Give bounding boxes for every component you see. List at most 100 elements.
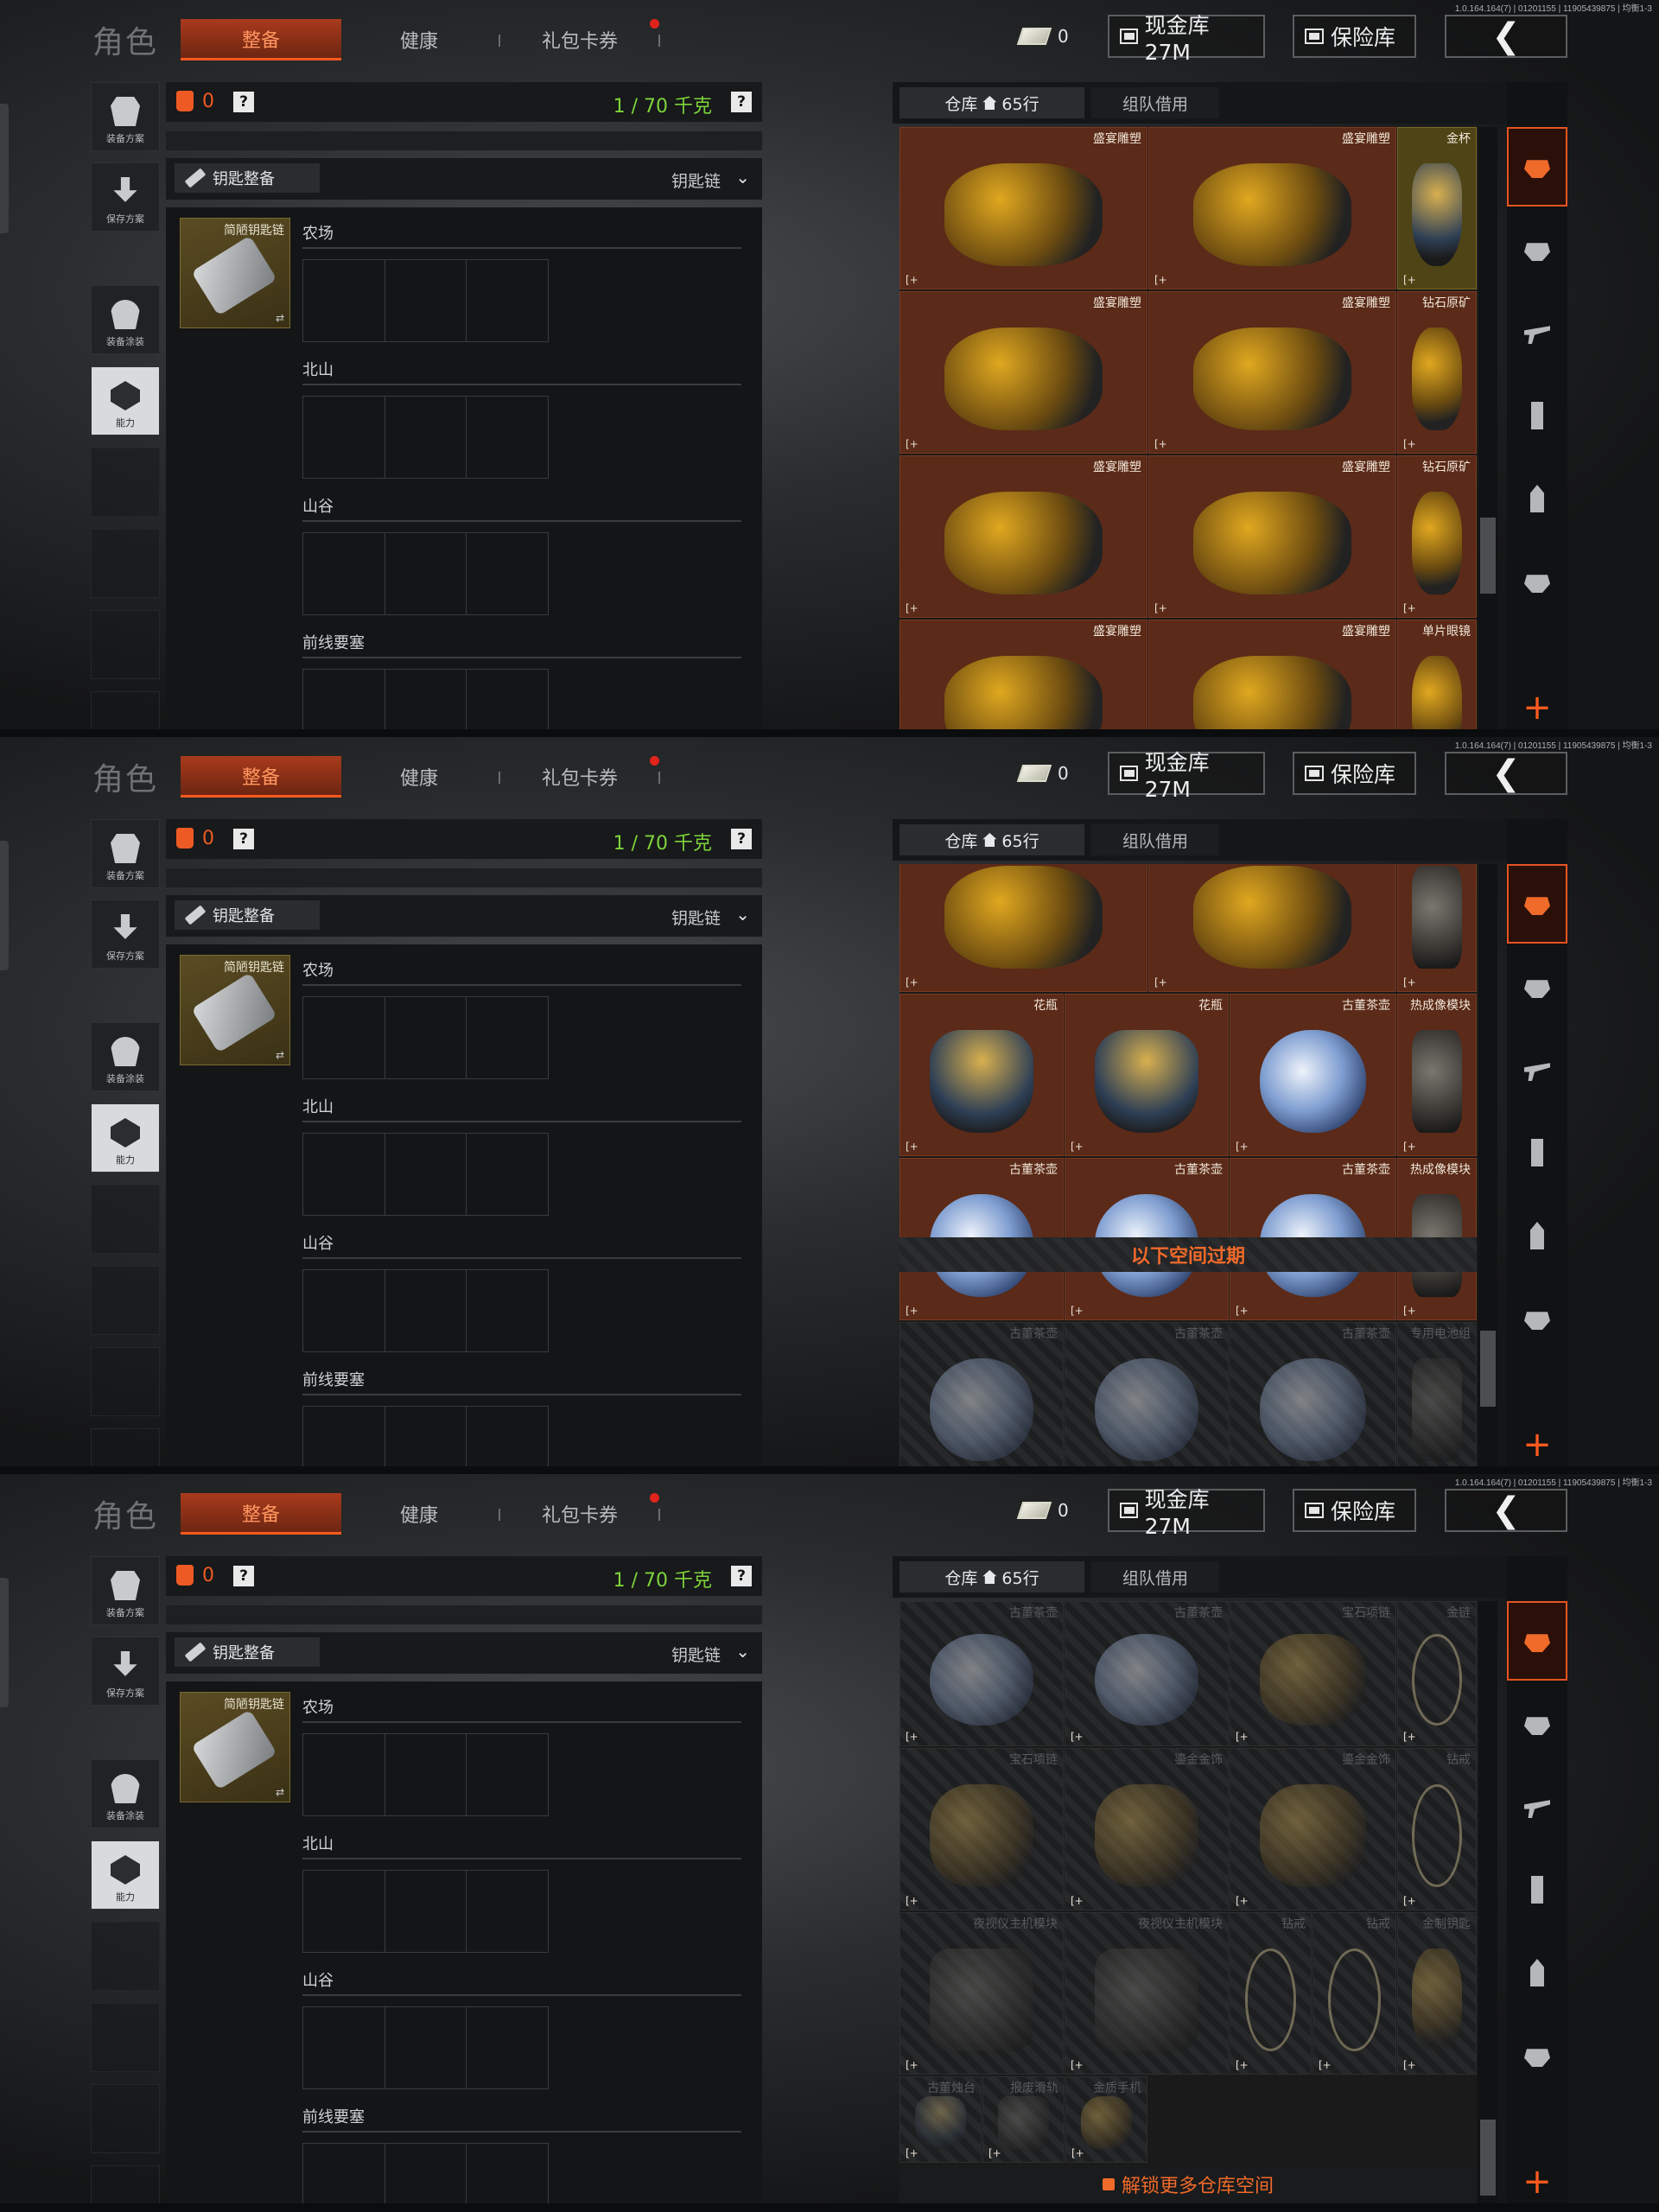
warehouse-item[interactable]: 单片眼镜[+ bbox=[1397, 620, 1477, 729]
warehouse-item[interactable]: 钻戒 [+ bbox=[1397, 1748, 1477, 1910]
scroll-thumb[interactable] bbox=[1480, 1331, 1496, 1407]
category-magazines[interactable] bbox=[1507, 1850, 1567, 1929]
tab-health[interactable]: 健康 bbox=[339, 1493, 499, 1535]
safe-vault-button[interactable]: 保险库 bbox=[1293, 1489, 1416, 1532]
category-all[interactable] bbox=[1507, 127, 1567, 207]
warehouse-item[interactable]: 古董烛台 [+ bbox=[899, 2076, 982, 2163]
help-icon[interactable]: ? bbox=[731, 92, 752, 112]
edge-handle[interactable] bbox=[0, 1578, 9, 1707]
sort-button[interactable] bbox=[1507, 819, 1567, 861]
warehouse-item[interactable]: 盛宴雕塑[+ bbox=[1148, 455, 1396, 618]
cash-vault-button[interactable]: 现金库 27M bbox=[1108, 13, 1265, 65]
warehouse-item[interactable]: 钻戒 [+ bbox=[1230, 1912, 1312, 2075]
category-magazines[interactable] bbox=[1507, 376, 1567, 455]
scroll-thumb[interactable] bbox=[1480, 2120, 1496, 2196]
category-ammo[interactable] bbox=[1507, 1196, 1567, 1275]
warehouse-item[interactable]: 古董茶壶[+ bbox=[1230, 994, 1396, 1156]
warehouse-item[interactable]: 金杯 [+ bbox=[1397, 127, 1477, 289]
warehouse-item[interactable]: 钻石原矿 [+ bbox=[1397, 455, 1477, 618]
category-armor[interactable] bbox=[1507, 210, 1567, 289]
category-all[interactable] bbox=[1507, 1601, 1567, 1681]
tab-team-borrow[interactable]: 组队借用 bbox=[1091, 824, 1219, 855]
warehouse-item[interactable]: 钻戒 [+ bbox=[1313, 1912, 1396, 2075]
tab-loadout[interactable]: 整备 bbox=[181, 756, 341, 798]
warehouse-item[interactable]: 花瓶 [+ bbox=[1065, 994, 1229, 1156]
safe-vault-button[interactable]: 保险库 bbox=[1293, 752, 1416, 795]
keychain-item[interactable]: 简陋钥匙链 ⇄ bbox=[180, 218, 290, 328]
edge-handle[interactable] bbox=[0, 104, 9, 233]
key-slot-row[interactable] bbox=[302, 259, 549, 342]
tab-health[interactable]: 健康 bbox=[339, 19, 499, 60]
warehouse-item[interactable]: 夜视仪主机模块 [+ bbox=[1065, 1912, 1229, 2075]
key-loadout-header[interactable]: 钥匙整备 钥匙链 ⌄ bbox=[166, 895, 762, 937]
unlock-storage-button[interactable]: 解锁更多仓库空间 bbox=[899, 2165, 1477, 2203]
warehouse-item[interactable]: 盛宴雕塑[+ bbox=[899, 455, 1147, 618]
warehouse-scrollbar[interactable] bbox=[1478, 127, 1497, 729]
warehouse-item[interactable]: 金制钥匙 [+ bbox=[1397, 1912, 1477, 2075]
key-slot-row[interactable] bbox=[302, 1870, 549, 1953]
tab-gift-cards[interactable]: 礼包卡券 bbox=[499, 19, 660, 60]
chevron-down-icon[interactable]: ⌄ bbox=[735, 167, 750, 188]
keychain-item[interactable]: 简陋钥匙链 ⇄ bbox=[180, 955, 290, 1065]
ticket-counter[interactable]: 0 bbox=[1016, 1489, 1080, 1532]
warehouse-item[interactable]: 报废滑轨 [+ bbox=[982, 2076, 1065, 2163]
category-weapons[interactable] bbox=[1507, 1030, 1567, 1109]
warehouse-item[interactable]: 盛宴雕塑[+ bbox=[899, 291, 1147, 454]
key-slot-row[interactable] bbox=[302, 2006, 549, 2089]
add-button[interactable]: + bbox=[1507, 686, 1567, 729]
tab-gift-cards[interactable]: 礼包卡券 bbox=[499, 756, 660, 798]
chevron-down-icon[interactable]: ⌄ bbox=[735, 904, 750, 925]
ability-button[interactable]: 能力 bbox=[91, 366, 160, 435]
warehouse-item[interactable]: 古董茶壶[+ bbox=[899, 1322, 1064, 1466]
warehouse-item[interactable]: 钻石原矿 [+ bbox=[1397, 291, 1477, 454]
help-icon[interactable]: ? bbox=[731, 829, 752, 849]
help-icon[interactable]: ? bbox=[233, 1566, 254, 1586]
warehouse-item[interactable]: 鎏金金饰 [+ bbox=[1230, 1748, 1396, 1910]
warehouse-item[interactable]: 热成像模块[+ bbox=[1397, 864, 1477, 992]
keychain-item[interactable]: 简陋钥匙链 ⇄ bbox=[180, 1692, 290, 1802]
chevron-down-icon[interactable]: ⌄ bbox=[735, 1641, 750, 1662]
add-button[interactable]: + bbox=[1507, 2160, 1567, 2203]
add-button[interactable]: + bbox=[1507, 1423, 1567, 1466]
tab-loadout[interactable]: 整备 bbox=[181, 19, 341, 60]
warehouse-item[interactable]: 古董茶壶[+ bbox=[1230, 1322, 1396, 1466]
warehouse-item[interactable]: 金链 [+ bbox=[1397, 1601, 1477, 1746]
warehouse-item[interactable]: 鎏金金饰 [+ bbox=[1065, 1748, 1229, 1910]
back-button[interactable]: ❮ bbox=[1445, 752, 1567, 795]
key-slot-row[interactable] bbox=[302, 1133, 549, 1216]
category-gear[interactable] bbox=[1507, 2016, 1567, 2095]
warehouse-item[interactable]: 盛宴雕塑[+ bbox=[1148, 291, 1396, 454]
warehouse-item[interactable]: 盛宴雕塑[+ bbox=[899, 620, 1147, 729]
loadout-plan-button[interactable]: 装备方案 bbox=[91, 1556, 160, 1625]
category-weapons[interactable] bbox=[1507, 1767, 1567, 1847]
save-plan-button[interactable]: 保存方案 bbox=[91, 899, 160, 969]
tab-storage[interactable]: 仓库 65行 bbox=[899, 1561, 1084, 1592]
key-slot-row[interactable] bbox=[302, 1733, 549, 1816]
warehouse-scrollbar[interactable] bbox=[1478, 1601, 1497, 2203]
tab-storage[interactable]: 仓库 65行 bbox=[899, 824, 1084, 855]
category-all[interactable] bbox=[1507, 864, 1567, 944]
help-icon[interactable]: ? bbox=[233, 92, 254, 112]
loadout-plan-button[interactable]: 装备方案 bbox=[91, 819, 160, 888]
camo-button[interactable]: 装备涂装 bbox=[91, 285, 160, 354]
warehouse-item[interactable]: 热成像模块[+ bbox=[1397, 994, 1477, 1156]
safe-vault-button[interactable]: 保险库 bbox=[1293, 15, 1416, 58]
ability-button[interactable]: 能力 bbox=[91, 1840, 160, 1910]
warehouse-item[interactable]: 盛宴雕塑[+ bbox=[899, 127, 1147, 289]
tab-team-borrow[interactable]: 组队借用 bbox=[1091, 1561, 1219, 1592]
category-magazines[interactable] bbox=[1507, 1113, 1567, 1192]
category-weapons[interactable] bbox=[1507, 293, 1567, 372]
warehouse-item[interactable]: 专用电池组[+ bbox=[1397, 1322, 1477, 1466]
key-slot-row[interactable] bbox=[302, 996, 549, 1079]
sort-button[interactable] bbox=[1507, 82, 1567, 124]
warehouse-item[interactable]: 盛宴雕塑[+ bbox=[899, 864, 1147, 992]
loadout-plan-button[interactable]: 装备方案 bbox=[91, 82, 160, 151]
help-icon[interactable]: ? bbox=[233, 829, 254, 849]
warehouse-item[interactable]: 夜视仪主机模块 [+ bbox=[899, 1912, 1064, 2075]
key-loadout-header[interactable]: 钥匙整备 钥匙链 ⌄ bbox=[166, 1632, 762, 1674]
warehouse-item[interactable]: 盛宴雕塑[+ bbox=[1148, 864, 1396, 992]
category-ammo[interactable] bbox=[1507, 459, 1567, 538]
tab-health[interactable]: 健康 bbox=[339, 756, 499, 798]
cash-vault-button[interactable]: 现金库 27M bbox=[1108, 750, 1265, 802]
key-loadout-header[interactable]: 钥匙整备 钥匙链 ⌄ bbox=[166, 158, 762, 200]
